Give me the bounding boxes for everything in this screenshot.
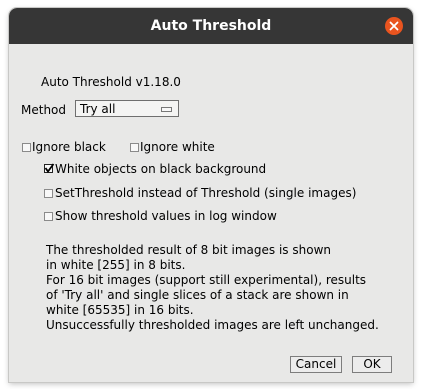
ok-button[interactable]: OK	[352, 356, 392, 373]
white-objects-label[interactable]: White objects on black background	[55, 162, 266, 176]
info-line: of 'Try all' and single slices of a stac…	[46, 288, 349, 302]
close-button[interactable]	[385, 17, 403, 35]
method-label: Method	[21, 103, 67, 117]
cancel-button[interactable]: Cancel	[290, 356, 342, 373]
method-select[interactable]: Try all	[75, 100, 179, 117]
show-values-label[interactable]: Show threshold values in log window	[55, 209, 277, 223]
info-line: white [65535] in 16 bits.	[46, 303, 194, 317]
window-title: Auto Threshold	[150, 18, 272, 34]
info-line: in white [255] in 8 bits.	[46, 258, 186, 272]
info-line: For 16 bit images (support still experim…	[46, 273, 367, 287]
set-threshold-label[interactable]: SetThreshold instead of Threshold (singl…	[55, 186, 356, 200]
ignore-white-label[interactable]: Ignore white	[140, 140, 215, 154]
dialog-content: Auto Threshold v1.18.0 Method Try all Ig…	[9, 44, 413, 382]
info-line: Unsuccessfully thresholded images are le…	[46, 318, 379, 332]
check-icon	[44, 163, 55, 174]
title-bar[interactable]: Auto Threshold	[9, 8, 413, 44]
ignore-black-checkbox[interactable]	[22, 143, 31, 152]
auto-threshold-dialog: Auto Threshold Auto Threshold v1.18.0 Me…	[9, 8, 413, 382]
set-threshold-checkbox[interactable]	[44, 189, 53, 198]
info-line: The thresholded result of 8 bit images i…	[46, 243, 331, 257]
show-values-checkbox[interactable]	[44, 212, 53, 221]
method-selected-value: Try all	[80, 102, 116, 116]
white-objects-checkbox[interactable]	[44, 163, 55, 174]
dropdown-icon	[161, 107, 172, 112]
version-label: Auto Threshold v1.18.0	[41, 75, 181, 89]
ignore-white-checkbox[interactable]	[130, 143, 139, 152]
close-icon	[389, 21, 399, 31]
ignore-black-label[interactable]: Ignore black	[32, 140, 106, 154]
